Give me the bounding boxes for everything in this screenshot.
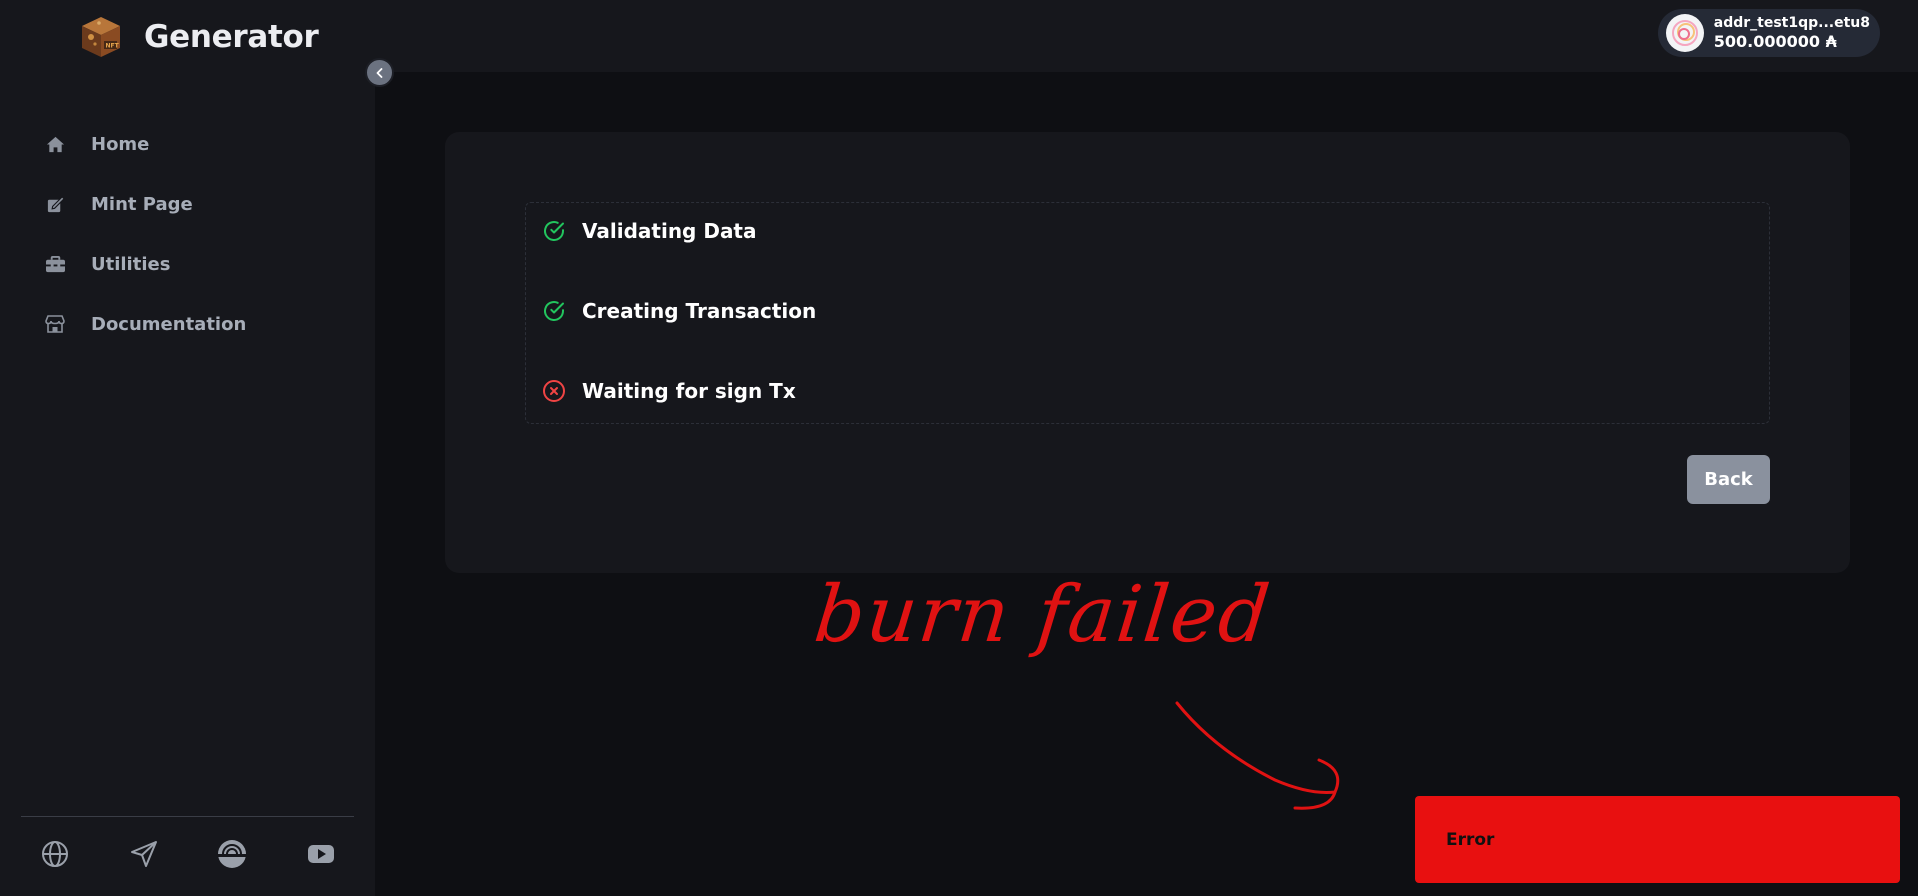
step-creating-transaction: Creating Transaction xyxy=(542,299,816,323)
social-links xyxy=(38,836,338,872)
sidebar-item-label: Documentation xyxy=(91,313,247,335)
sidebar-item-documentation[interactable]: Documentation xyxy=(44,294,246,354)
transaction-card: Validating Data Creating Transaction Wai… xyxy=(445,132,1850,573)
brand[interactable]: NFT Generator xyxy=(78,14,319,60)
sidebar-nav: Home Mint Page Utilities Documentation xyxy=(44,114,246,354)
wallet-balance: 500.000000 ₳ xyxy=(1713,31,1837,51)
step-label: Waiting for sign Tx xyxy=(582,379,796,403)
nft-cube-icon: NFT xyxy=(82,17,120,57)
svg-text:NFT: NFT xyxy=(106,43,120,50)
globe-icon[interactable] xyxy=(38,837,72,871)
wallet-button[interactable]: addr_test1qp...etu8 500.000000 ₳ xyxy=(1657,9,1880,57)
sidebar-item-home[interactable]: Home xyxy=(44,114,246,174)
wallet-avatar xyxy=(1665,14,1704,52)
step-waiting-for-sign: Waiting for sign Tx xyxy=(542,379,796,403)
sidebar: NFT Generator Home Mint Page Utilities D… xyxy=(0,0,375,896)
annotation-text: burn failed xyxy=(810,570,1276,660)
back-button[interactable]: Back xyxy=(1687,455,1770,504)
youtube-icon[interactable] xyxy=(304,837,338,871)
wallet-address: addr_test1qp...etu8 xyxy=(1713,15,1870,31)
x-circle-icon xyxy=(543,380,565,402)
store-icon xyxy=(44,313,66,335)
sidebar-item-label: Home xyxy=(91,133,150,155)
toast-message: Error xyxy=(1446,829,1495,850)
wallet-avatar-icon xyxy=(1671,20,1698,46)
sidebar-divider xyxy=(21,816,354,817)
sidebar-item-utilities[interactable]: Utilities xyxy=(44,234,246,294)
sidebar-collapse-button[interactable] xyxy=(365,58,394,87)
error-toast[interactable]: Error xyxy=(1415,796,1900,883)
podcast-icon[interactable] xyxy=(215,837,249,871)
transaction-steps: Validating Data Creating Transaction Wai… xyxy=(525,202,1770,424)
top-bar: addr_test1qp...etu8 500.000000 ₳ xyxy=(375,0,1918,72)
mint-icon xyxy=(44,193,66,215)
home-icon xyxy=(44,133,66,155)
app-title: Generator xyxy=(144,19,319,55)
sidebar-item-label: Mint Page xyxy=(91,193,193,215)
chevron-left-icon xyxy=(376,67,382,78)
arrow-annotation-icon xyxy=(1175,701,1340,810)
sidebar-item-label: Utilities xyxy=(91,253,171,275)
toolbox-icon xyxy=(44,253,66,275)
telegram-icon[interactable] xyxy=(127,837,161,871)
check-circle-icon xyxy=(544,301,564,321)
wallet-info: addr_test1qp...etu8 500.000000 ₳ xyxy=(1714,15,1870,51)
handwritten-annotation: burn failed xyxy=(810,570,1375,820)
sidebar-item-mint-page[interactable]: Mint Page xyxy=(44,174,246,234)
step-label: Validating Data xyxy=(582,219,757,243)
step-label: Creating Transaction xyxy=(582,299,817,323)
step-validating-data: Validating Data xyxy=(542,219,757,243)
check-circle-icon xyxy=(544,221,564,241)
